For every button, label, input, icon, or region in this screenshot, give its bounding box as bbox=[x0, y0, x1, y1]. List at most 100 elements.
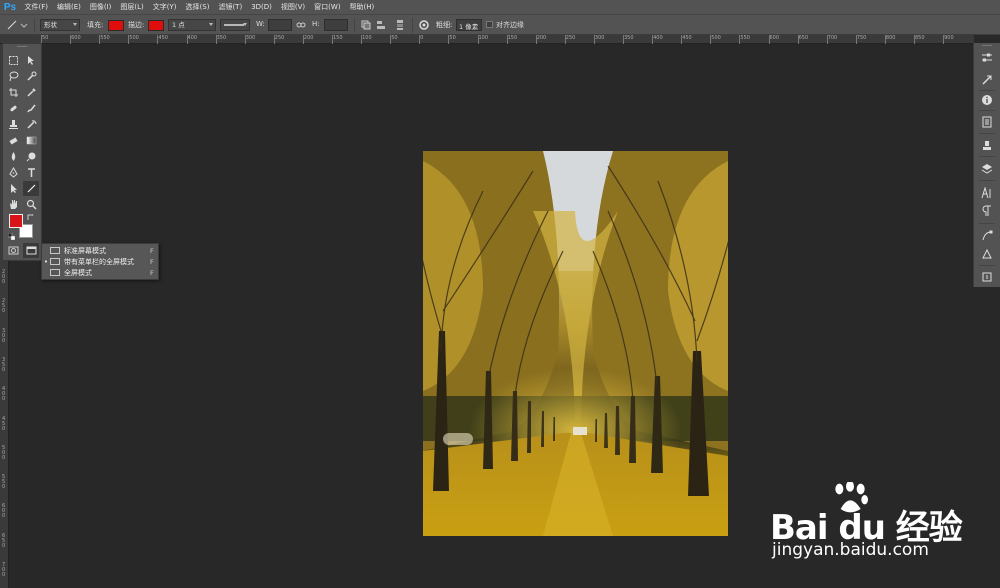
layers-panel-icon[interactable] bbox=[980, 162, 994, 176]
panel-dock bbox=[973, 43, 1000, 287]
blur-tool-icon[interactable] bbox=[5, 149, 21, 164]
spot-healing-tool-icon[interactable] bbox=[5, 101, 21, 116]
path-alignment-icon[interactable] bbox=[376, 19, 388, 31]
dock-grip[interactable] bbox=[982, 45, 992, 46]
menu-image[interactable]: 图像(I) bbox=[85, 0, 116, 14]
screen-mode-fullscreen[interactable]: 全屏模式 F bbox=[42, 267, 160, 278]
swap-colors-icon[interactable] bbox=[27, 214, 35, 222]
type-tool-icon[interactable] bbox=[23, 165, 39, 180]
marquee-tool-icon[interactable] bbox=[5, 53, 21, 68]
menu-view[interactable]: 视图(V) bbox=[276, 0, 309, 14]
width-input[interactable] bbox=[268, 19, 292, 31]
document-image[interactable] bbox=[423, 151, 728, 536]
weight-input[interactable]: 1 像素 bbox=[456, 19, 482, 31]
default-colors-icon[interactable] bbox=[7, 232, 16, 241]
clone-source-panel-icon[interactable] bbox=[980, 139, 994, 153]
zoom-tool-icon[interactable] bbox=[23, 197, 39, 212]
eraser-tool-icon[interactable] bbox=[5, 133, 21, 148]
ruler-tick-label: 2 0 0 bbox=[2, 269, 6, 285]
ruler-tick-label: 2 5 0 bbox=[2, 298, 6, 315]
stroke-color-swatch[interactable] bbox=[148, 20, 164, 31]
screen-mode-standard[interactable]: 标准屏幕模式 F bbox=[42, 245, 160, 256]
ruler-tick-mark bbox=[535, 35, 537, 44]
ruler-tick-label: 100 bbox=[478, 35, 489, 41]
stroke-type-dropdown[interactable] bbox=[220, 19, 250, 31]
character-panel-icon[interactable] bbox=[980, 186, 994, 200]
menu-type[interactable]: 文字(Y) bbox=[148, 0, 181, 14]
menu-bar: Ps 文件(F) 编辑(E) 图像(I) 图层(L) 文字(Y) 选择(S) 滤… bbox=[0, 0, 1000, 14]
history-brush-tool-icon[interactable] bbox=[23, 117, 39, 132]
crop-tool-icon[interactable] bbox=[5, 85, 21, 100]
screen-mode-icon[interactable] bbox=[23, 243, 39, 258]
ruler-tick-mark bbox=[390, 35, 392, 44]
ruler-tick-label: 550 bbox=[740, 35, 750, 41]
adjustments-panel-icon[interactable] bbox=[980, 51, 994, 65]
fill-label: 填充: bbox=[87, 21, 104, 29]
hand-tool-icon[interactable] bbox=[5, 197, 21, 212]
tool-mode-dropdown[interactable]: 形状 bbox=[40, 19, 80, 31]
ruler-tick-mark bbox=[914, 35, 915, 44]
ruler-tick-label: 900 bbox=[944, 35, 954, 41]
foreground-color-swatch[interactable] bbox=[9, 214, 23, 228]
lasso-tool-icon[interactable] bbox=[5, 69, 21, 84]
dodge-tool-icon[interactable] bbox=[23, 149, 39, 164]
menu-file[interactable]: 文件(F) bbox=[20, 0, 53, 14]
panel-grip[interactable] bbox=[17, 46, 27, 47]
ruler-tick-mark bbox=[186, 35, 188, 44]
menu-layer[interactable]: 图层(L) bbox=[116, 0, 148, 14]
path-arrangement-icon[interactable] bbox=[394, 19, 406, 31]
line-tool-active-icon[interactable] bbox=[23, 181, 39, 196]
pen-tool-icon[interactable] bbox=[5, 165, 21, 180]
properties-panel-icon[interactable] bbox=[980, 115, 994, 129]
channels-panel-icon[interactable] bbox=[980, 247, 994, 261]
fill-color-swatch[interactable] bbox=[108, 20, 124, 31]
ruler-tick-label: 6 5 0 bbox=[2, 532, 6, 549]
ruler-tick-mark bbox=[652, 35, 654, 44]
ruler-tick-mark bbox=[564, 35, 566, 44]
path-selection-tool-icon[interactable] bbox=[5, 181, 21, 196]
menu-select[interactable]: 选择(S) bbox=[181, 0, 214, 14]
info-panel-icon[interactable] bbox=[980, 93, 994, 107]
paragraph-panel-icon[interactable] bbox=[980, 204, 994, 218]
history-panel-icon[interactable] bbox=[980, 73, 994, 87]
stroke-label: 描边: bbox=[128, 21, 145, 29]
menu-edit[interactable]: 编辑(E) bbox=[53, 0, 86, 14]
tool-preset-chevron-icon[interactable] bbox=[20, 19, 28, 31]
quick-selection-tool-icon[interactable] bbox=[23, 69, 39, 84]
stroke-width-dropdown[interactable]: 1 点 bbox=[168, 19, 216, 31]
glyphs-panel-icon[interactable] bbox=[980, 270, 994, 284]
ruler-tick-label: 200 bbox=[536, 35, 547, 41]
ruler-tick-label: 200 bbox=[303, 35, 314, 41]
ruler-tick-label: 500 bbox=[711, 35, 721, 41]
baidu-jingyan-watermark: Bai du 经验 jingyan.baidu.com bbox=[770, 482, 963, 574]
eyedropper-tool-icon[interactable] bbox=[23, 85, 39, 100]
standard-screen-icon bbox=[50, 247, 60, 254]
ruler-tick-mark bbox=[855, 35, 857, 44]
clone-stamp-tool-icon[interactable] bbox=[5, 117, 21, 132]
shortcut-label: F bbox=[150, 257, 154, 266]
ruler-tick-mark bbox=[826, 35, 828, 44]
path-operations-icon[interactable] bbox=[360, 19, 372, 31]
move-tool-icon[interactable] bbox=[23, 53, 39, 68]
ruler-tick-label: 600 bbox=[769, 35, 780, 41]
height-input[interactable] bbox=[324, 19, 348, 31]
menu-3d[interactable]: 3D(D) bbox=[247, 0, 277, 14]
photoshop-logo[interactable]: Ps bbox=[0, 0, 20, 14]
link-icon[interactable] bbox=[296, 19, 306, 31]
line-tool-icon[interactable] bbox=[6, 19, 18, 31]
menu-help[interactable]: 帮助(H) bbox=[345, 0, 379, 14]
gear-icon[interactable] bbox=[418, 19, 430, 31]
gradient-tool-icon[interactable] bbox=[23, 133, 39, 148]
ruler-tick-label: 5 0 0 bbox=[2, 444, 6, 461]
ruler-tick-mark bbox=[215, 35, 217, 44]
screen-mode-fullscreen-menubar[interactable]: • 带有菜单栏的全屏模式 F bbox=[42, 256, 160, 267]
ruler-horizontal[interactable]: 50 600 550 500 450 400 350 300 250 200 150 100 50 0 50… bbox=[0, 35, 974, 44]
ruler-tick-label: 250 bbox=[565, 35, 576, 41]
align-edges-checkbox[interactable] bbox=[486, 21, 493, 28]
paths-panel-icon[interactable] bbox=[980, 229, 994, 243]
menu-window[interactable]: 窗口(W) bbox=[310, 0, 345, 14]
ruler-tick-label: 700 bbox=[827, 35, 838, 41]
brush-tool-icon[interactable] bbox=[23, 101, 39, 116]
quick-mask-icon[interactable] bbox=[5, 243, 21, 258]
menu-filter[interactable]: 滤镜(T) bbox=[214, 0, 247, 14]
